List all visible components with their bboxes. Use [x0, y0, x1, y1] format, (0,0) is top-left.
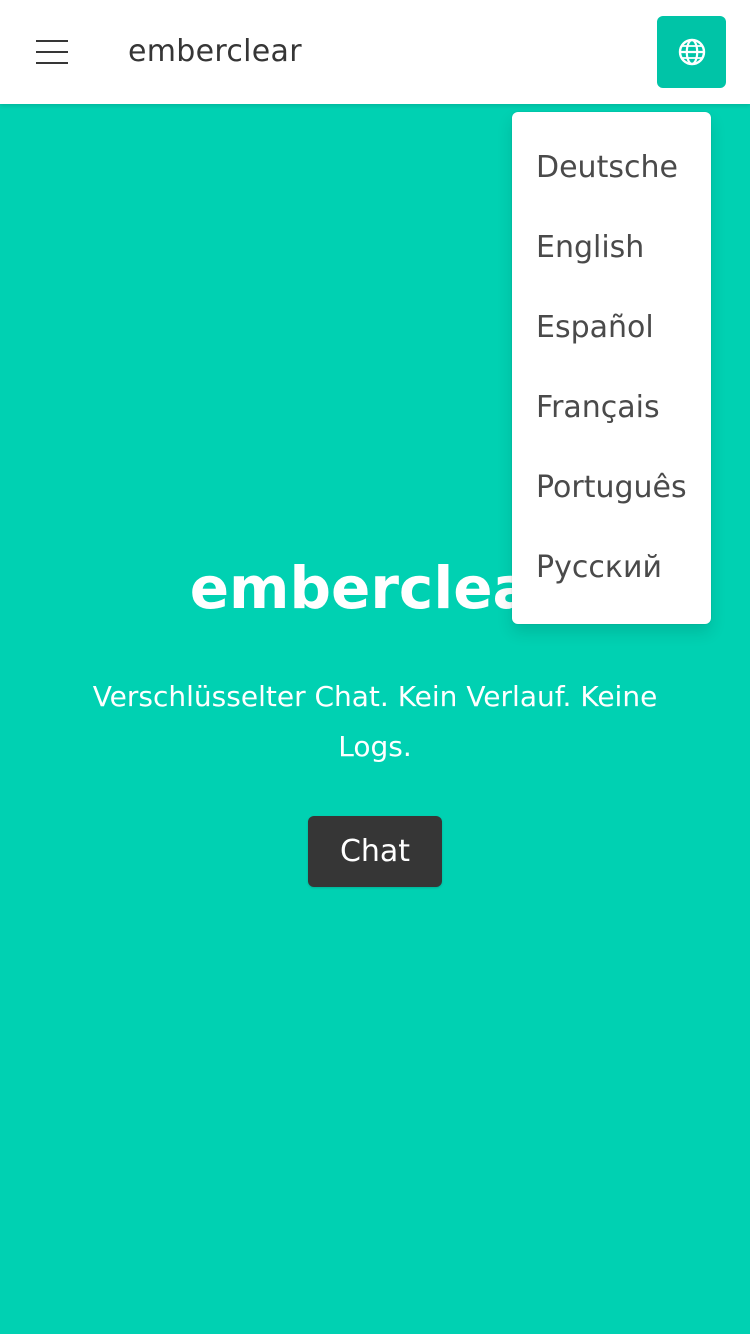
- top-navbar: emberclear: [0, 0, 750, 104]
- hamburger-line: [36, 40, 68, 42]
- language-dropdown: Deutsche English Español Français Portug…: [512, 112, 711, 624]
- language-option-english[interactable]: English: [536, 208, 711, 288]
- hamburger-menu-icon[interactable]: [30, 30, 74, 74]
- language-option-espanol[interactable]: Español: [536, 288, 711, 368]
- chat-button[interactable]: Chat: [308, 816, 442, 887]
- hamburger-line: [36, 62, 68, 64]
- language-option-russian[interactable]: Русский: [536, 528, 711, 608]
- hamburger-line: [36, 51, 68, 53]
- globe-icon: [678, 38, 705, 66]
- brand-title[interactable]: emberclear: [128, 30, 302, 74]
- hero-subtitle: Verschlüsselter Chat. Kein Verlauf. Kein…: [92, 680, 658, 763]
- language-button[interactable]: [657, 16, 726, 88]
- language-option-francais[interactable]: Français: [536, 368, 711, 448]
- language-option-portugues[interactable]: Português: [536, 448, 711, 528]
- language-option-deutsche[interactable]: Deutsche: [536, 128, 711, 208]
